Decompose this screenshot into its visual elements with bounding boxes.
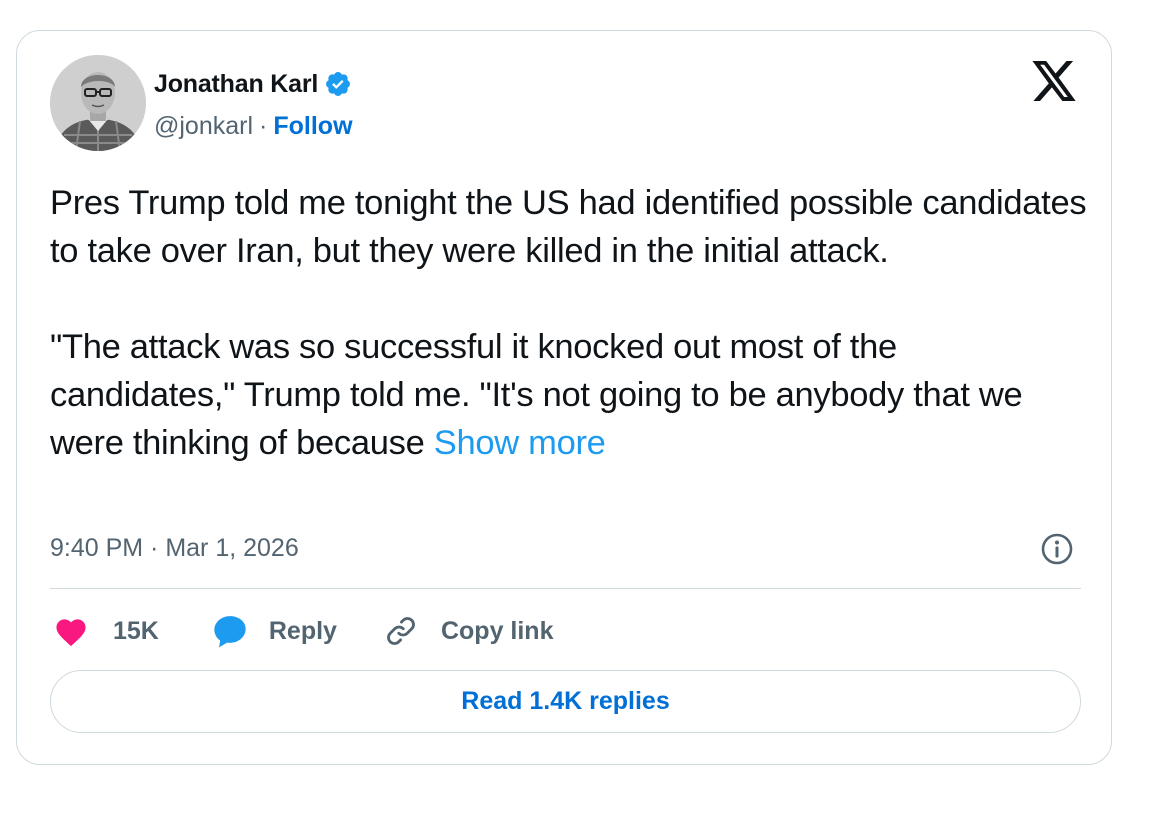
- speech-bubble-icon: [214, 616, 246, 648]
- copy-link-label: Copy link: [440, 616, 554, 645]
- tweet-actions: 15K Reply Copy link: [53, 611, 553, 651]
- follow-link[interactable]: Follow: [273, 112, 352, 141]
- author-handle[interactable]: @jonkarl: [154, 112, 253, 141]
- author-handle-row: @jonkarl · Follow: [154, 109, 353, 143]
- read-replies-button[interactable]: Read 1.4K replies: [50, 670, 1081, 733]
- avatar[interactable]: [50, 55, 146, 151]
- reply-button[interactable]: Reply: [211, 613, 337, 649]
- tweet-embed-card: Jonathan Karl @jonkarl · Follow Pres Tru…: [16, 30, 1112, 765]
- verified-badge-icon: [324, 70, 352, 98]
- info-icon[interactable]: [1040, 532, 1074, 566]
- link-icon: [387, 617, 415, 645]
- author-name-row: Jonathan Karl: [154, 67, 352, 101]
- heart-icon: [56, 619, 86, 647]
- avatar-photo: [50, 55, 146, 151]
- tweet-paragraph: Pres Trump told me tonight the US had id…: [50, 184, 1087, 270]
- tweet-timestamp[interactable]: 9:40 PM · Mar 1, 2026: [50, 531, 299, 565]
- author-name[interactable]: Jonathan Karl: [154, 70, 318, 99]
- copy-link-button[interactable]: Copy link: [383, 613, 554, 649]
- like-button[interactable]: 15K: [53, 615, 159, 647]
- like-count: 15K: [113, 616, 159, 645]
- divider: [50, 588, 1081, 589]
- x-logo-icon[interactable]: [1030, 59, 1078, 105]
- show-more-link[interactable]: Show more: [434, 424, 606, 462]
- handle-separator: ·: [259, 111, 268, 140]
- tweet-text: Pres Trump told me tonight the US had id…: [50, 179, 1090, 467]
- tweet-paragraph: "The attack was so successful it knocked…: [50, 323, 1090, 467]
- reply-label: Reply: [268, 616, 337, 645]
